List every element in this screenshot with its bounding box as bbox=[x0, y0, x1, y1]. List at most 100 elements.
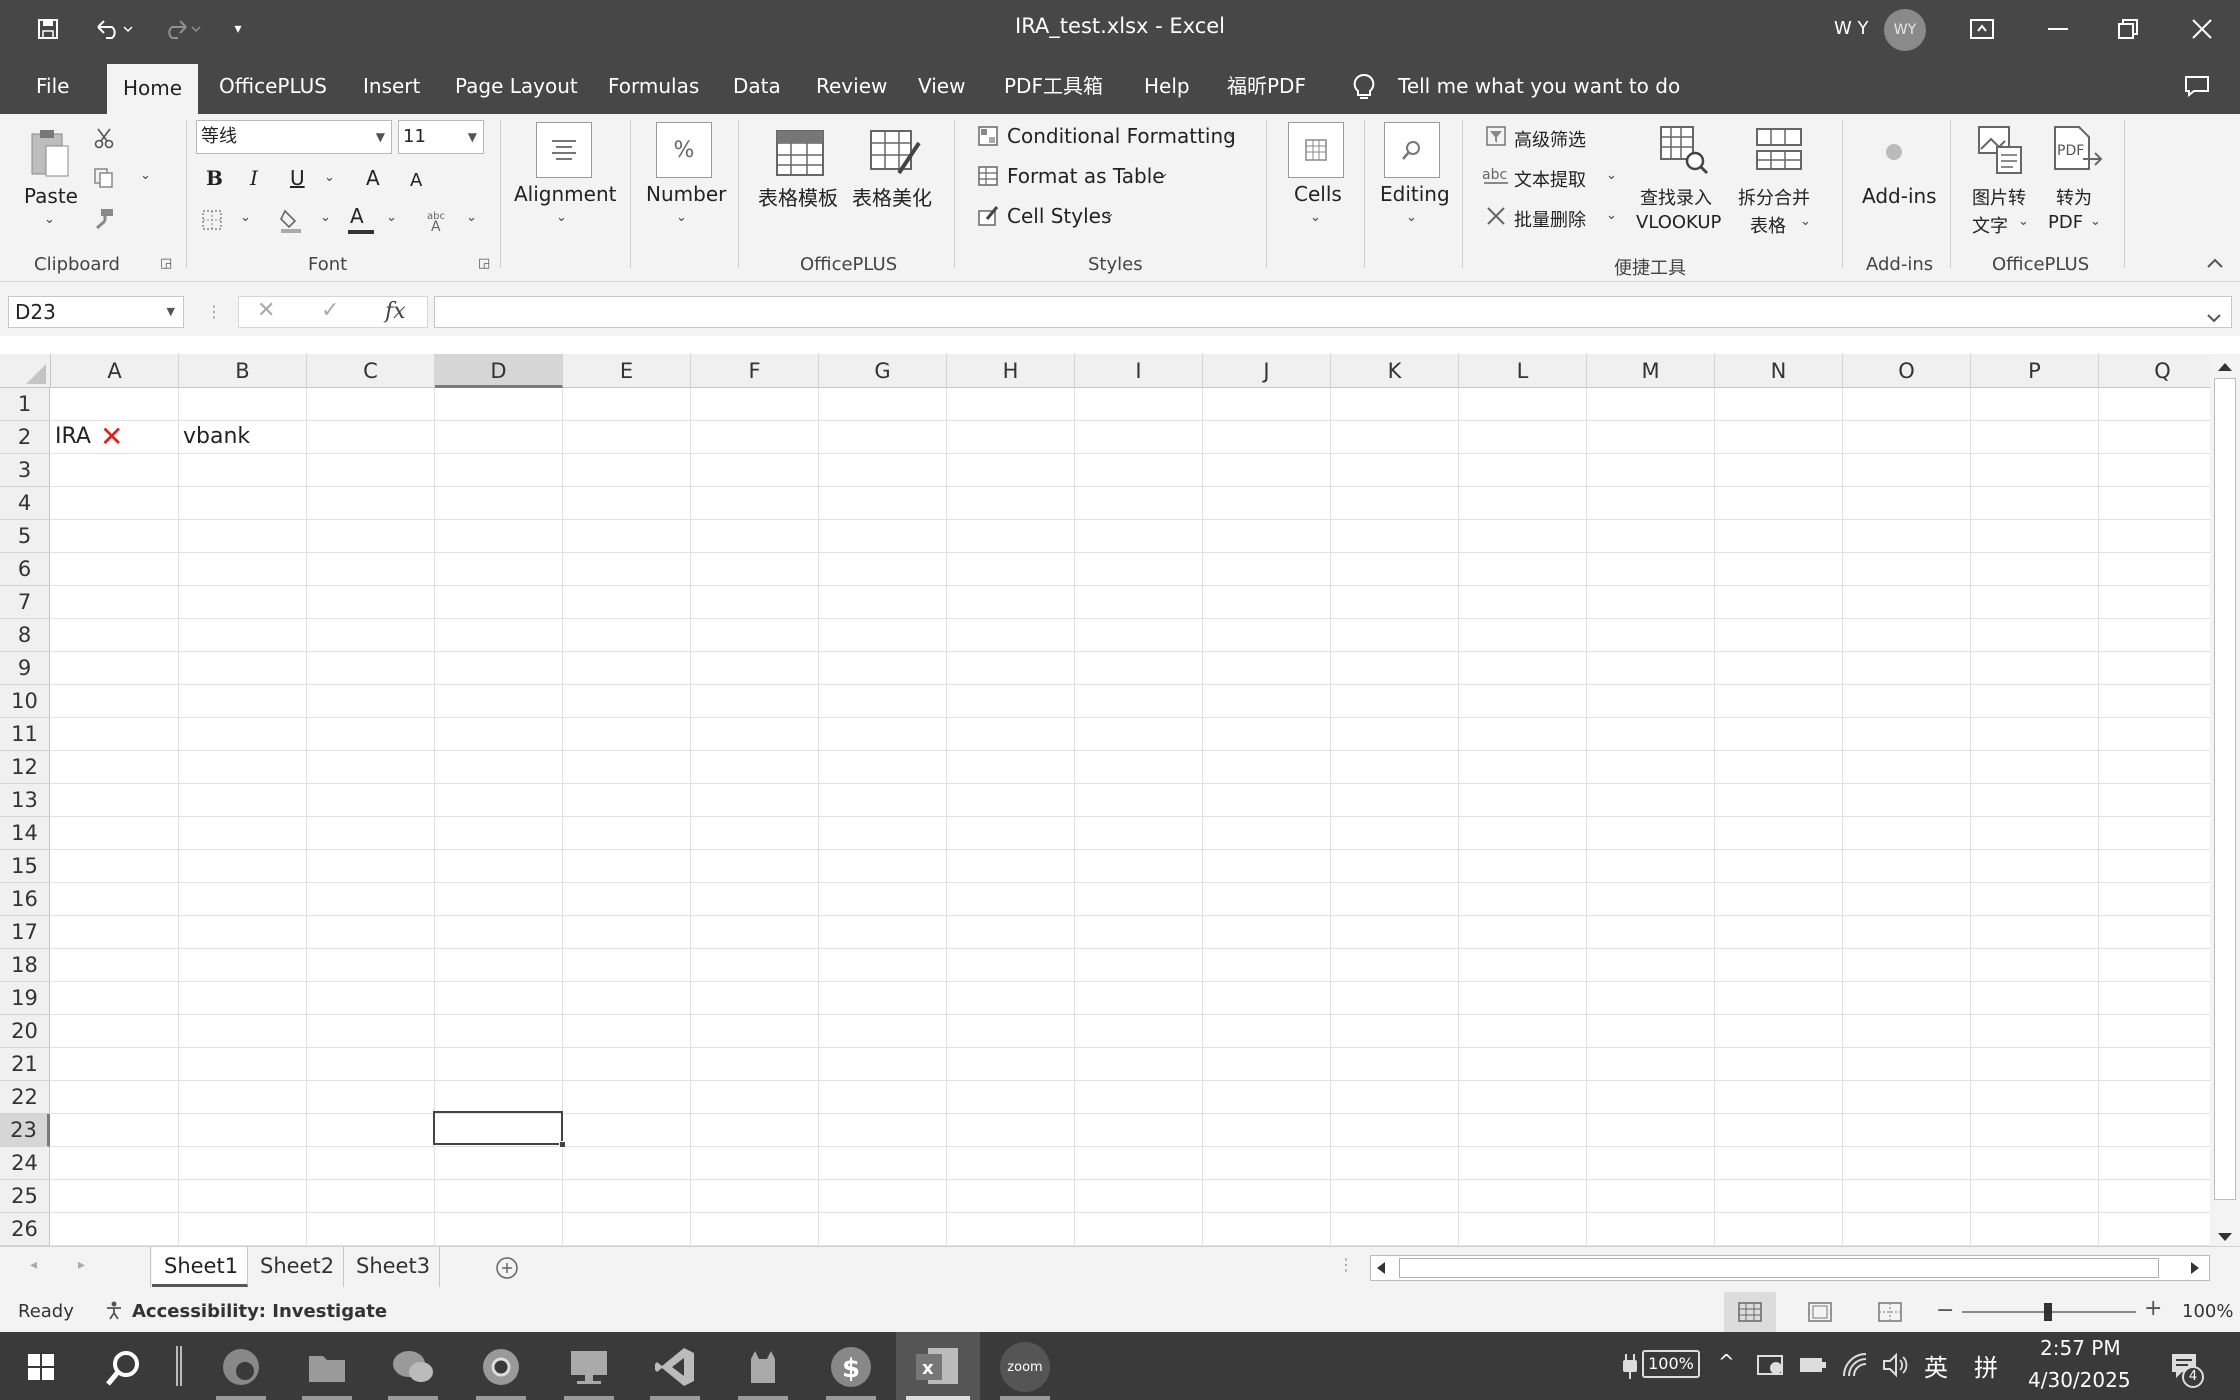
row-header-9[interactable]: 9 bbox=[0, 652, 50, 685]
scroll-up-icon[interactable] bbox=[2216, 358, 2234, 377]
normal-view-button[interactable] bbox=[1724, 1292, 1776, 1332]
column-header-o[interactable]: O bbox=[1843, 354, 1971, 388]
vertical-scrollbar[interactable] bbox=[2210, 354, 2240, 1246]
split-merge-table-icon[interactable] bbox=[1752, 122, 1806, 176]
vscode-icon[interactable] bbox=[650, 1342, 700, 1392]
font-name-select[interactable]: 等线 ▼ bbox=[196, 120, 392, 154]
paste-icon[interactable] bbox=[26, 126, 74, 182]
convert-to-pdf-dropdown-icon[interactable]: ⌄ bbox=[2090, 214, 2101, 229]
format-as-table-dropdown-icon[interactable]: ⌄ bbox=[1158, 166, 1169, 181]
underline-dropdown-icon[interactable]: ⌄ bbox=[324, 170, 335, 185]
cell-b2[interactable]: vbank bbox=[183, 424, 250, 449]
shrink-font-button[interactable]: A bbox=[410, 170, 422, 191]
horizontal-scrollbar[interactable] bbox=[1370, 1255, 2210, 1281]
row-header-20[interactable]: 20 bbox=[0, 1015, 50, 1048]
batch-delete-dropdown-icon[interactable]: ⌄ bbox=[1606, 208, 1617, 223]
format-as-table-icon[interactable] bbox=[976, 164, 1000, 188]
editing-icon[interactable] bbox=[1384, 122, 1440, 178]
add-ins-icon[interactable] bbox=[1882, 140, 1906, 164]
formula-input[interactable] bbox=[434, 296, 2232, 328]
zoom-app-icon[interactable]: zoom bbox=[1000, 1342, 1050, 1392]
zoom-out-icon[interactable]: − bbox=[1936, 1298, 1954, 1323]
row-header-6[interactable]: 6 bbox=[0, 553, 50, 586]
column-header-e[interactable]: E bbox=[563, 354, 691, 388]
page-break-view-icon[interactable] bbox=[1878, 1302, 1902, 1327]
zoom-in-icon[interactable]: + bbox=[2144, 1296, 2162, 1321]
cell-styles-dropdown-icon[interactable]: ⌄ bbox=[1104, 206, 1115, 221]
volume-icon[interactable] bbox=[1882, 1352, 1910, 1382]
battery-status-icon[interactable] bbox=[1798, 1354, 1828, 1380]
user-name[interactable]: W Y bbox=[1834, 18, 1869, 39]
active-cell-d23[interactable] bbox=[433, 1111, 566, 1148]
column-header-i[interactable]: I bbox=[1075, 354, 1203, 388]
cells-button[interactable]: Cells bbox=[1294, 182, 1342, 206]
clock-date[interactable]: 4/30/2025 bbox=[2028, 1368, 2131, 1392]
scroll-down-icon[interactable] bbox=[2216, 1228, 2234, 1247]
font-size-select[interactable]: 11 ▼ bbox=[398, 120, 484, 154]
add-sheet-icon[interactable] bbox=[494, 1255, 520, 1285]
column-header-p[interactable]: P bbox=[1971, 354, 2099, 388]
task-view-icon[interactable] bbox=[176, 1346, 182, 1386]
tab-help[interactable]: Help bbox=[1128, 59, 1206, 114]
collapse-ribbon-icon[interactable] bbox=[2206, 254, 2224, 273]
battery-indicator[interactable]: 100% bbox=[1642, 1350, 1700, 1378]
phonetic-dropdown-icon[interactable]: ⌄ bbox=[466, 210, 477, 225]
accessibility-icon[interactable] bbox=[104, 1300, 124, 1325]
row-header-17[interactable]: 17 bbox=[0, 916, 50, 949]
format-painter-icon[interactable] bbox=[92, 206, 116, 230]
tab-review[interactable]: Review bbox=[800, 59, 903, 114]
tab-foxit-pdf[interactable]: 福昕PDF bbox=[1211, 59, 1322, 114]
paste-dropdown-icon[interactable]: ⌄ bbox=[44, 212, 55, 227]
show-hidden-icons-icon[interactable]: ^ bbox=[1718, 1350, 1735, 1374]
borders-dropdown-icon[interactable]: ⌄ bbox=[240, 210, 251, 225]
column-header-g[interactable]: G bbox=[819, 354, 947, 388]
add-ins-button[interactable]: Add-ins bbox=[1862, 184, 1937, 208]
row-header-19[interactable]: 19 bbox=[0, 982, 50, 1015]
image-to-text-line2[interactable]: 文字 bbox=[1972, 212, 2008, 238]
copy-dropdown-icon[interactable]: ⌄ bbox=[140, 168, 151, 183]
column-header-h[interactable]: H bbox=[947, 354, 1075, 388]
sheet-tab-3[interactable]: Sheet3 bbox=[344, 1247, 440, 1287]
fill-handle[interactable] bbox=[559, 1141, 566, 1148]
fill-color-icon[interactable] bbox=[278, 206, 304, 234]
row-header-12[interactable]: 12 bbox=[0, 751, 50, 784]
row-header-8[interactable]: 8 bbox=[0, 619, 50, 652]
tab-insert[interactable]: Insert bbox=[347, 59, 436, 114]
prev-sheet-icon[interactable]: ◂ bbox=[30, 1257, 37, 1273]
column-header-m[interactable]: M bbox=[1587, 354, 1715, 388]
text-extract-dropdown-icon[interactable]: ⌄ bbox=[1606, 168, 1617, 183]
wifi-icon[interactable] bbox=[1842, 1352, 1870, 1382]
github-desktop-icon[interactable] bbox=[738, 1342, 788, 1392]
table-beautify-icon[interactable] bbox=[868, 122, 922, 178]
row-header-18[interactable]: 18 bbox=[0, 949, 50, 982]
advanced-filter-icon[interactable] bbox=[1484, 124, 1508, 148]
convert-to-pdf-icon[interactable]: PDF bbox=[2048, 122, 2104, 176]
wechat-icon[interactable] bbox=[388, 1342, 438, 1392]
edge-browser-icon[interactable] bbox=[216, 1342, 266, 1392]
insert-function-button[interactable]: fx bbox=[385, 299, 406, 324]
phonetic-icon[interactable]: abc A bbox=[424, 206, 452, 234]
row-header-4[interactable]: 4 bbox=[0, 487, 50, 520]
split-merge-dropdown-icon[interactable]: ⌄ bbox=[1800, 214, 1811, 229]
tab-officeplus[interactable]: OfficePLUS bbox=[203, 59, 343, 114]
sheet-tab-2[interactable]: Sheet2 bbox=[248, 1247, 344, 1287]
ime-language-indicator[interactable]: 英 bbox=[1924, 1348, 1948, 1383]
next-sheet-icon[interactable]: ▸ bbox=[78, 1257, 85, 1273]
select-all-button[interactable] bbox=[0, 354, 51, 388]
column-header-a[interactable]: A bbox=[51, 354, 179, 388]
security-icon[interactable] bbox=[1756, 1352, 1786, 1382]
editing-dropdown-icon[interactable]: ⌄ bbox=[1406, 210, 1417, 225]
image-to-text-icon[interactable] bbox=[1974, 122, 2026, 176]
tab-data[interactable]: Data bbox=[717, 59, 797, 114]
italic-button[interactable]: I bbox=[250, 166, 258, 190]
grow-font-button[interactable]: A bbox=[366, 166, 380, 190]
avatar[interactable]: WY bbox=[1884, 9, 1926, 51]
table-template-icon[interactable] bbox=[774, 122, 828, 178]
tab-view[interactable]: View bbox=[902, 59, 981, 114]
batch-delete-icon[interactable] bbox=[1484, 204, 1508, 228]
convert-to-pdf-line1[interactable]: 转为 bbox=[2056, 184, 2092, 210]
bold-button[interactable]: B bbox=[206, 166, 223, 190]
advanced-filter-button[interactable]: 高级筛选 bbox=[1514, 126, 1586, 152]
paste-button[interactable]: Paste bbox=[24, 184, 78, 208]
fill-color-dropdown-icon[interactable]: ⌄ bbox=[320, 210, 331, 225]
